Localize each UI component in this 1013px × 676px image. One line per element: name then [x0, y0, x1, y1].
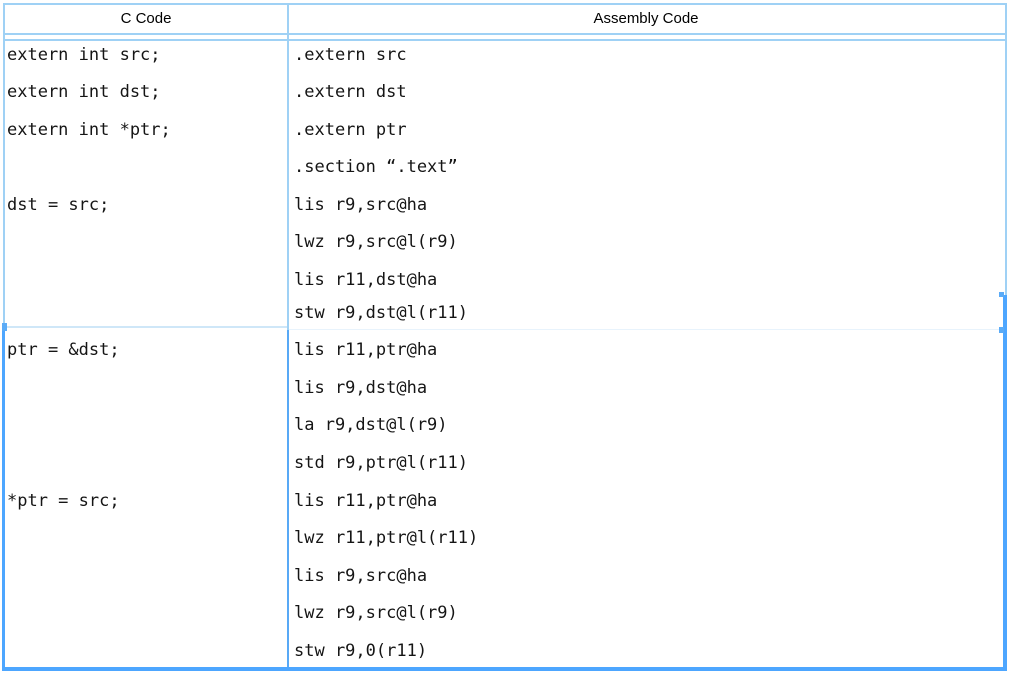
c-code-line: ptr = &dst;	[7, 338, 120, 362]
asm-code-line: stw r9,dst@l(r11)	[294, 301, 468, 325]
asm-code-line: lwz r9,src@l(r9)	[294, 601, 458, 625]
asm-code-line: lis r11,ptr@ha	[294, 489, 437, 513]
c-vs-assembly-table: C Code Assembly Code extern int src; ext…	[0, 0, 1013, 676]
row-divider-left	[5, 326, 287, 328]
table-border-left-bottom	[2, 330, 5, 671]
c-code-line: extern int dst;	[7, 80, 161, 104]
header-separator-line-1	[3, 33, 1007, 35]
table-border-right-bottom	[1003, 295, 1007, 670]
asm-code-line: lis r9,src@ha	[294, 193, 427, 217]
asm-code-line: stw r9,0(r11)	[294, 639, 427, 663]
asm-code-line: lis r9,src@ha	[294, 564, 427, 588]
table-border-bottom	[2, 667, 1007, 671]
table-border-right-top	[1005, 3, 1007, 295]
c-code-line: *ptr = src;	[7, 489, 120, 513]
c-code-line: dst = src;	[7, 193, 109, 217]
asm-code-line: .extern ptr	[294, 118, 407, 142]
header-separator-line-2	[3, 39, 1007, 41]
table-border-left-top	[3, 3, 5, 330]
c-code-line: extern int *ptr;	[7, 118, 171, 142]
asm-code-line: .section “.text”	[294, 155, 458, 179]
row-divider-right	[289, 329, 1003, 330]
asm-code-line: .extern dst	[294, 80, 407, 104]
seam-tick-right-2	[999, 327, 1004, 333]
asm-code-line: lis r9,dst@ha	[294, 376, 427, 400]
seam-tick-left	[2, 323, 7, 331]
asm-code-line: lis r11,dst@ha	[294, 268, 437, 292]
asm-code-line: lwz r11,ptr@l(r11)	[294, 526, 478, 550]
column-divider-top	[287, 3, 289, 330]
asm-code-line: la r9,dst@l(r9)	[294, 413, 448, 437]
asm-code-line: lwz r9,src@l(r9)	[294, 230, 458, 254]
asm-code-line: .extern src	[294, 43, 407, 67]
asm-code-line: lis r11,ptr@ha	[294, 338, 437, 362]
column-divider-bottom	[287, 330, 289, 667]
asm-code-line: std r9,ptr@l(r11)	[294, 451, 468, 475]
assembly-code-column-header: Assembly Code	[289, 5, 1003, 33]
c-code-line: extern int src;	[7, 43, 161, 67]
c-code-column-header: C Code	[5, 5, 287, 33]
seam-tick-right-1	[999, 292, 1004, 297]
